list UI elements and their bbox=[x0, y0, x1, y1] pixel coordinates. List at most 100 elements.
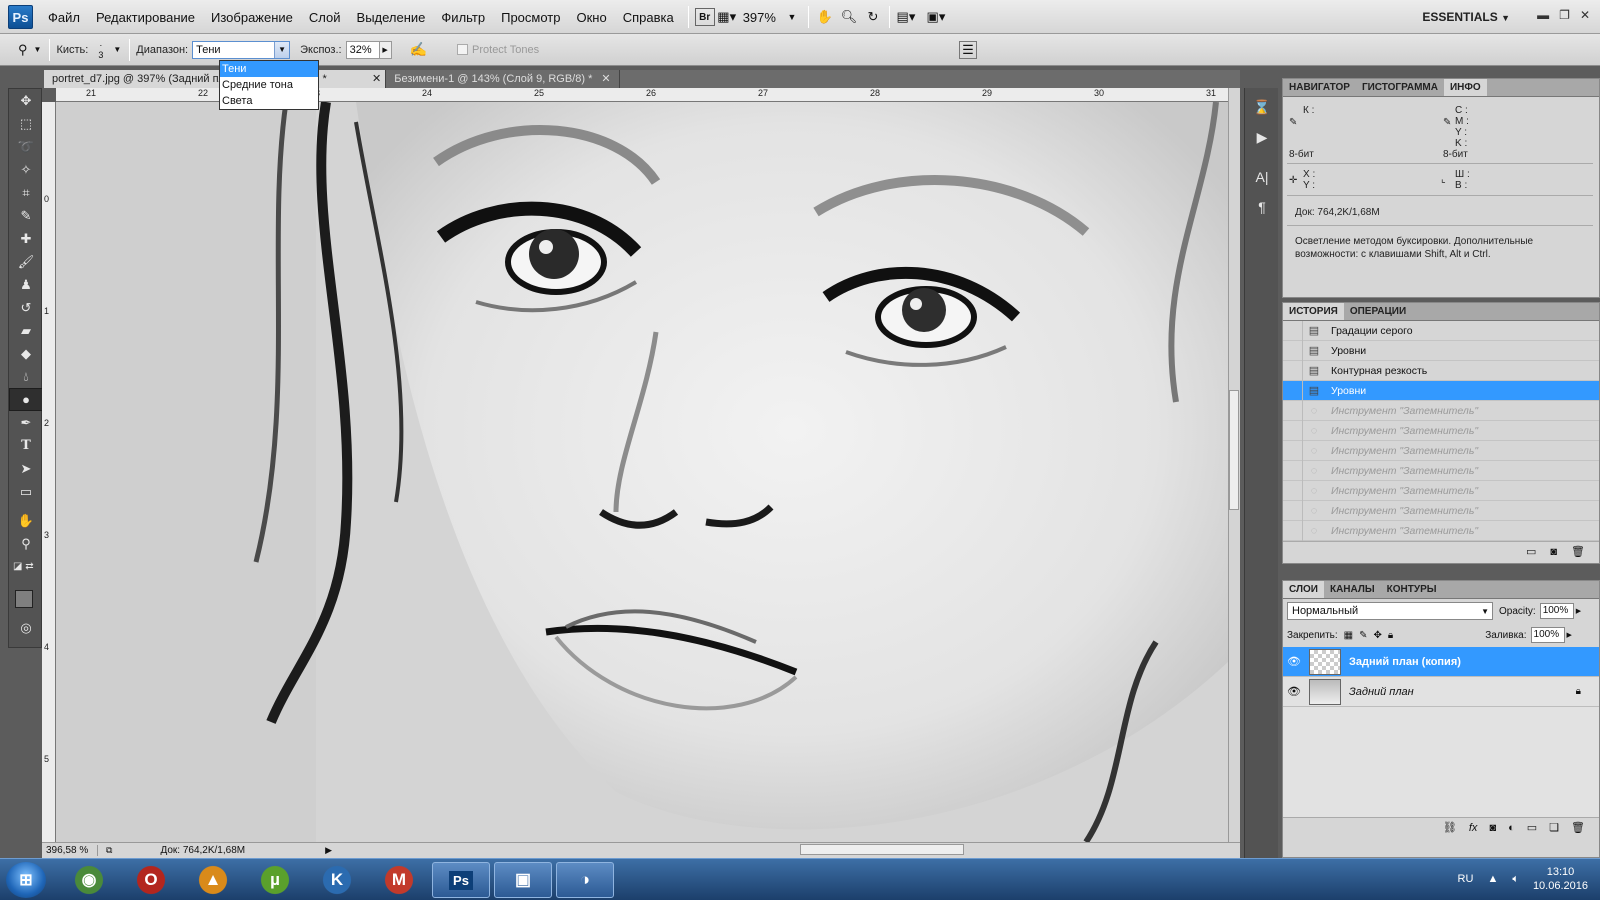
tab-actions[interactable]: ОПЕРАЦИИ bbox=[1344, 303, 1412, 320]
vertical-scroll-thumb[interactable] bbox=[1229, 390, 1239, 510]
lock-transparency-icon[interactable]: ▦ bbox=[1344, 630, 1353, 641]
quick-mask-icon[interactable]: ◎ bbox=[9, 616, 43, 639]
range-option-highlights[interactable]: Света bbox=[220, 93, 318, 109]
layer-mask-icon[interactable]: ◙ bbox=[1489, 822, 1496, 834]
taskbar-app-kmplayer-icon[interactable]: K bbox=[308, 862, 366, 898]
layer-row[interactable]: 👁︎ Задний план (копия) bbox=[1283, 647, 1599, 677]
arrange-documents-icon[interactable]: ▤▾ bbox=[894, 6, 918, 28]
menu-window[interactable]: Окно bbox=[568, 10, 614, 25]
history-state-row[interactable]: ▤ Контурная резкость bbox=[1283, 360, 1599, 381]
layer-name[interactable]: Задний план (копия) bbox=[1349, 656, 1461, 668]
screen-mode-icon[interactable]: ▣▾ bbox=[924, 6, 948, 28]
eraser-tool-icon[interactable]: ▰ bbox=[9, 319, 43, 342]
history-panel-icon[interactable]: ⌛ bbox=[1245, 92, 1279, 122]
history-snapshot-checkbox[interactable] bbox=[1283, 500, 1303, 521]
lock-pixels-icon[interactable]: ✎ bbox=[1359, 630, 1367, 641]
workspace-switcher[interactable]: ESSENTIALS ▼ bbox=[1422, 10, 1510, 24]
rectangle-tool-icon[interactable]: ▭ bbox=[9, 480, 43, 503]
history-snapshot-checkbox[interactable] bbox=[1283, 360, 1303, 381]
link-layers-icon[interactable]: ⛓ bbox=[1443, 821, 1457, 834]
new-layer-icon[interactable]: ❏ bbox=[1549, 821, 1559, 834]
type-tool-icon[interactable]: T bbox=[9, 434, 43, 457]
protect-tones-checkbox[interactable] bbox=[457, 44, 469, 55]
trash-icon[interactable]: 🗑︎ bbox=[1571, 545, 1585, 558]
brush-tool-icon[interactable]: 🖌︎ bbox=[9, 250, 43, 273]
history-snapshot-checkbox[interactable] bbox=[1283, 520, 1303, 541]
paint-bucket-tool-icon[interactable]: ◆ bbox=[9, 342, 43, 365]
adjustment-layer-icon[interactable]: ◐ bbox=[1508, 822, 1515, 834]
menu-select[interactable]: Выделение bbox=[349, 10, 434, 25]
taskbar-app-photoshop-icon[interactable]: Ps bbox=[432, 862, 490, 898]
history-snapshot-checkbox[interactable] bbox=[1283, 380, 1303, 401]
status-share-icon[interactable]: ⧉ bbox=[106, 845, 112, 856]
taskbar-app-opera-icon[interactable]: O bbox=[122, 862, 180, 898]
exposure-slider-toggle[interactable]: ▶ bbox=[379, 40, 392, 59]
range-option-midtones[interactable]: Средние тона bbox=[220, 77, 318, 93]
history-brush-tool-icon[interactable]: ↺ bbox=[9, 296, 43, 319]
history-snapshot-checkbox[interactable] bbox=[1283, 340, 1303, 361]
chevron-down-icon[interactable]: ▼ bbox=[274, 41, 290, 58]
tab-histogram[interactable]: ГИСТОГРАММА bbox=[1356, 79, 1444, 96]
hand-icon[interactable]: ✋ bbox=[813, 6, 837, 28]
language-indicator[interactable]: RU bbox=[1458, 873, 1474, 885]
protect-tones[interactable]: Protect Tones bbox=[457, 44, 539, 56]
paragraph-panel-icon[interactable]: ¶ bbox=[1245, 192, 1279, 222]
actions-panel-icon[interactable]: ▶ bbox=[1245, 122, 1279, 152]
history-state-row[interactable]: ◌ Инструмент "Затемнитель" bbox=[1283, 420, 1599, 441]
magic-wand-tool-icon[interactable]: ✧ bbox=[9, 158, 43, 181]
layer-style-icon[interactable]: fx bbox=[1469, 822, 1478, 834]
eyedropper-tool-icon[interactable]: ✎ bbox=[9, 204, 43, 227]
close-icon[interactable]: ✕ bbox=[601, 73, 610, 85]
chevron-down-icon[interactable]: ▼ bbox=[1481, 607, 1489, 616]
horizontal-scroll-thumb[interactable] bbox=[800, 844, 964, 855]
fill-input[interactable]: 100% bbox=[1530, 627, 1565, 643]
path-selection-tool-icon[interactable]: ➤ bbox=[9, 457, 43, 480]
history-snapshot-checkbox[interactable] bbox=[1283, 420, 1303, 441]
snapshot-icon[interactable]: ◙ bbox=[1550, 546, 1557, 558]
lasso-tool-icon[interactable]: ➰ bbox=[9, 135, 43, 158]
tab-info[interactable]: ИНФО bbox=[1443, 79, 1487, 96]
tab-channels[interactable]: КАНАЛЫ bbox=[1324, 581, 1381, 598]
taskbar-app-chrome-icon[interactable]: ◉ bbox=[60, 862, 118, 898]
history-state-row[interactable]: ◌ Инструмент "Затемнитель" bbox=[1283, 440, 1599, 461]
zoom-icon[interactable]: 🔍︎ bbox=[837, 6, 861, 28]
tool-preset-icon[interactable]: ⚲ bbox=[18, 42, 28, 58]
tab-portret[interactable]: portret_d7.jpg @ 397% (Задний план (копи… bbox=[44, 70, 378, 88]
new-group-icon[interactable]: ▭ bbox=[1527, 821, 1537, 834]
menu-layer[interactable]: Слой bbox=[301, 10, 349, 25]
history-snapshot-checkbox[interactable] bbox=[1283, 440, 1303, 461]
opacity-input[interactable]: 100% bbox=[1539, 603, 1574, 619]
range-option-shadows[interactable]: Тени bbox=[220, 61, 318, 77]
tablet-pressure-icon[interactable]: ☰ bbox=[959, 40, 977, 59]
chevron-down-icon[interactable]: ▼ bbox=[113, 45, 121, 54]
history-state-row[interactable]: ▤ Уровни bbox=[1283, 340, 1599, 361]
burn-tool-icon[interactable]: ● bbox=[9, 388, 43, 411]
rotate-view-icon[interactable]: ↻ bbox=[861, 6, 885, 28]
tray-expand-icon[interactable]: ▲ bbox=[1487, 873, 1498, 885]
default-colors-icon[interactable]: ◪ ⇄ bbox=[9, 555, 43, 578]
history-snapshot-checkbox[interactable] bbox=[1283, 480, 1303, 501]
zoom-tool-icon[interactable]: ⚲ bbox=[9, 532, 43, 555]
clone-stamp-tool-icon[interactable]: ♟ bbox=[9, 273, 43, 296]
fill-slider-toggle[interactable]: ▶ bbox=[1567, 631, 1572, 639]
tab-layers[interactable]: СЛОИ bbox=[1283, 581, 1324, 598]
pen-tool-icon[interactable]: ✒ bbox=[9, 411, 43, 434]
layer-row[interactable]: 👁︎ Задний план 🔒︎ bbox=[1283, 677, 1599, 707]
foreground-color-swatch[interactable] bbox=[15, 590, 33, 608]
close-icon[interactable]: ✕ bbox=[1580, 8, 1590, 22]
exposure-input[interactable]: 32% bbox=[345, 40, 380, 59]
move-tool-icon[interactable]: ✥ bbox=[9, 89, 43, 112]
taskbar-app-aimp-icon[interactable]: ▲ bbox=[184, 862, 242, 898]
crop-tool-icon[interactable]: ⌗ bbox=[9, 181, 43, 204]
menu-file[interactable]: Файл bbox=[40, 10, 88, 25]
zoom-level[interactable]: 397% bbox=[739, 10, 780, 25]
history-state-row[interactable]: ◌ Инструмент "Затемнитель" bbox=[1283, 480, 1599, 501]
new-document-from-state-icon[interactable]: ▭ bbox=[1526, 545, 1536, 558]
view-extras-icon[interactable]: ▦▾ bbox=[715, 6, 739, 28]
bridge-icon[interactable]: Br bbox=[694, 8, 715, 26]
volume-icon[interactable]: 🔈︎ bbox=[1512, 873, 1519, 886]
menu-filter[interactable]: Фильтр bbox=[433, 10, 493, 25]
menu-image[interactable]: Изображение bbox=[203, 10, 301, 25]
lock-position-icon[interactable]: ✥ bbox=[1374, 630, 1382, 641]
chevron-down-icon[interactable]: ▼ bbox=[780, 6, 804, 28]
